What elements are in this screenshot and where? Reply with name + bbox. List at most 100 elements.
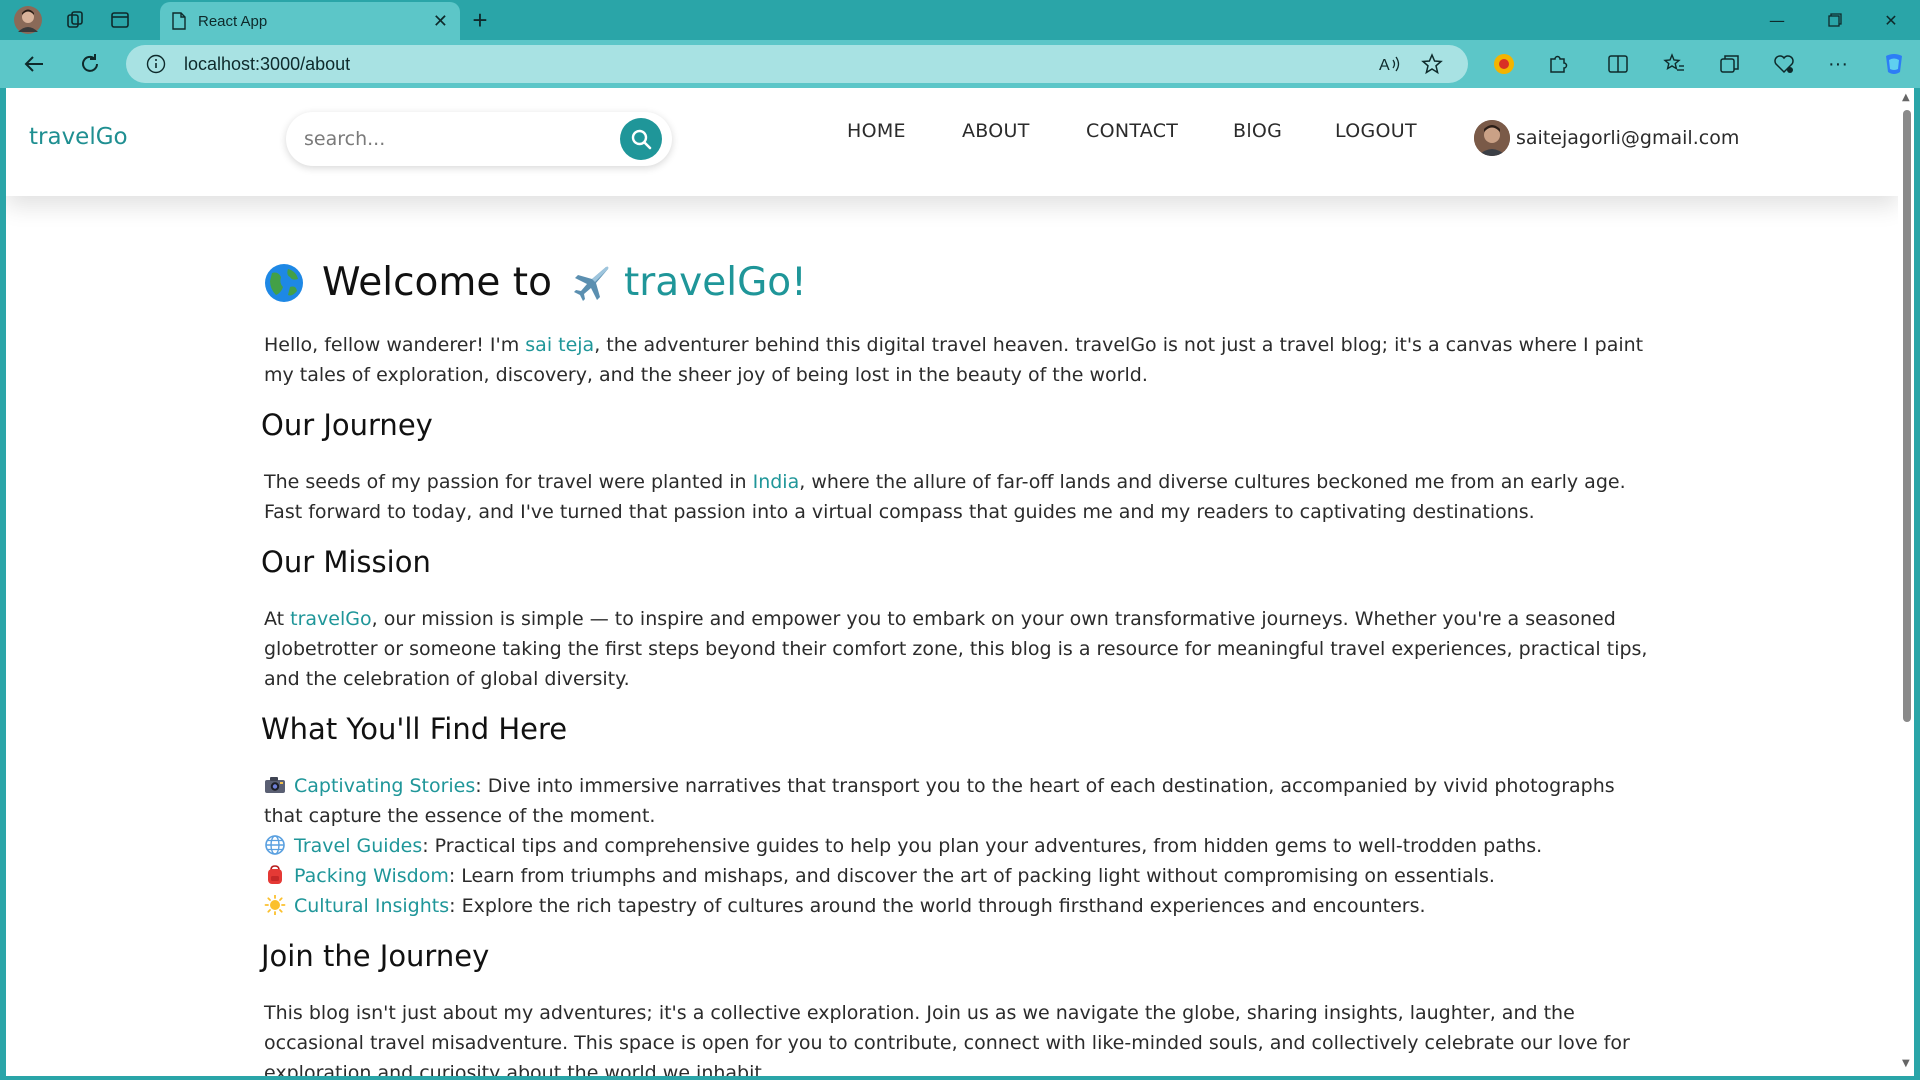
browser-tab-active[interactable]: React App ✕ (160, 2, 460, 40)
country-link[interactable]: India (753, 471, 800, 493)
heart-pulse-icon (1774, 55, 1794, 74)
split-screen-button[interactable] (1600, 48, 1636, 80)
site-info-icon[interactable] (146, 54, 166, 74)
page-title-brand: travelGo! (623, 260, 807, 305)
list-item: Cultural Insights: Explore the rich tape… (264, 891, 1654, 921)
restore-button[interactable] (1806, 0, 1864, 40)
favorites-list-icon (1663, 53, 1684, 71)
minimize-icon: — (1769, 10, 1785, 30)
mission-text-start: At (264, 608, 291, 630)
star-icon (1421, 53, 1443, 75)
journey-heading: Our Journey (261, 408, 433, 442)
nav-blog[interactable]: BlOG (1233, 120, 1282, 142)
list-item-text: : Explore the rich tapestry of cultures … (449, 895, 1426, 917)
airplane-icon (573, 266, 609, 301)
intro-paragraph: Hello, fellow wanderer! I'm sai teja, th… (264, 330, 1654, 390)
collections-icon (1720, 55, 1739, 73)
scroll-up-icon[interactable]: ▲ (1902, 92, 1910, 103)
tab-actions-button[interactable] (102, 4, 138, 36)
read-aloud-icon: A (1379, 56, 1400, 74)
list-item: Captivating Stories: Dive into immersive… (264, 771, 1654, 831)
nav-about[interactable]: ABOUT (962, 120, 1030, 142)
back-button[interactable] (16, 48, 52, 80)
split-screen-icon (1608, 55, 1628, 73)
extension-button[interactable] (1486, 48, 1522, 80)
profile-avatar[interactable] (10, 4, 46, 36)
puzzle-icon (1550, 55, 1568, 73)
minimize-button[interactable]: — (1748, 0, 1806, 40)
list-item-text: : Learn from triumphs and mishaps, and d… (448, 865, 1495, 887)
svg-text:A: A (1379, 57, 1390, 74)
search-button[interactable] (620, 118, 662, 160)
list-item-title[interactable]: Captivating Stories (294, 775, 475, 797)
join-heading: Join the Journey (261, 939, 490, 973)
restore-icon (1828, 13, 1842, 27)
more-menu-button[interactable]: ··· (1820, 48, 1856, 80)
find-heading: What You'll Find Here (261, 712, 568, 746)
copilot-icon (1886, 54, 1902, 74)
list-item: Packing Wisdom: Learn from triumphs and … (264, 861, 1654, 891)
more-dots-icon: ··· (1828, 52, 1848, 75)
list-item-title[interactable]: Packing Wisdom (294, 865, 449, 887)
extensions-button[interactable] (1540, 48, 1576, 80)
browser-essentials-button[interactable] (1766, 48, 1802, 80)
search-input[interactable] (304, 124, 604, 154)
collections-button[interactable] (1712, 48, 1748, 80)
page-icon (172, 12, 186, 30)
join-paragraph: This blog isn't just about my adventures… (264, 1002, 1630, 1076)
user-profile[interactable]: saitejagorli@gmail.com (1474, 120, 1739, 156)
list-item-title[interactable]: Travel Guides (294, 835, 422, 857)
search-icon (631, 129, 652, 150)
site-header: travelGo HOME ABOUT CONTACT BlOG LOGOUT (6, 88, 1898, 196)
reload-button[interactable] (72, 48, 108, 80)
nav-home[interactable]: HOME (847, 120, 906, 142)
address-bar[interactable]: localhost:3000/about A (126, 45, 1468, 83)
workspaces-icon (67, 11, 83, 28)
new-tab-button[interactable]: + (462, 2, 498, 38)
list-item-title[interactable]: Cultural Insights (294, 895, 449, 917)
user-email: saitejagorli@gmail.com (1516, 127, 1740, 149)
page-title: Welcome to travelGo! (264, 260, 807, 305)
brand-link[interactable]: travelGo (290, 608, 371, 630)
page-viewport: travelGo HOME ABOUT CONTACT BlOG LOGOUT (6, 88, 1906, 1076)
sun-icon (264, 895, 286, 915)
camera-icon (265, 777, 285, 793)
globe-meridians-icon (265, 835, 285, 855)
mission-text-end: , our mission is simple — to inspire and… (264, 608, 1648, 690)
site-logo[interactable]: travelGo (29, 124, 128, 150)
reload-icon (82, 54, 98, 72)
tab-close-icon[interactable]: ✕ (433, 11, 448, 32)
list-item-text: : Practical tips and comprehensive guide… (422, 835, 1543, 857)
arrow-left-icon (24, 56, 43, 72)
globe-icon (265, 263, 303, 302)
mission-heading: Our Mission (261, 545, 431, 579)
page-scrollbar[interactable]: ▲ ▼ (1898, 88, 1914, 1076)
search-box (286, 112, 672, 166)
profile-avatar-icon (14, 6, 42, 34)
user-avatar-icon (1474, 120, 1510, 156)
journey-text-start: The seeds of my passion for travel were … (264, 471, 753, 493)
nav-logout[interactable]: LOGOUT (1335, 120, 1417, 142)
plus-icon: + (472, 4, 488, 35)
page-title-prefix: Welcome to (322, 260, 552, 305)
browser-toolbar: localhost:3000/about A ··· (0, 40, 1920, 88)
scroll-thumb[interactable] (1903, 110, 1911, 722)
read-aloud-button[interactable]: A (1376, 51, 1404, 77)
favorites-button[interactable] (1656, 48, 1692, 80)
close-icon: ✕ (1884, 10, 1898, 30)
intro-text-start: Hello, fellow wanderer! I'm (264, 334, 526, 356)
journey-paragraph: The seeds of my passion for travel were … (264, 467, 1654, 527)
tab-title: React App (198, 12, 268, 30)
favorite-button[interactable] (1418, 51, 1446, 77)
author-link[interactable]: sai teja (525, 334, 594, 356)
mission-paragraph: At travelGo, our mission is simple — to … (264, 604, 1654, 694)
avatar (1474, 120, 1510, 156)
url-text[interactable]: localhost:3000/about (184, 54, 350, 75)
copilot-button[interactable] (1876, 48, 1912, 80)
extension-badge-icon (1494, 54, 1514, 74)
nav-contact[interactable]: CONTACT (1086, 120, 1178, 142)
list-item: Travel Guides: Practical tips and compre… (264, 831, 1654, 861)
workspaces-button[interactable] (58, 4, 94, 36)
close-window-button[interactable]: ✕ (1862, 0, 1920, 40)
scroll-down-icon[interactable]: ▼ (1902, 1058, 1910, 1069)
